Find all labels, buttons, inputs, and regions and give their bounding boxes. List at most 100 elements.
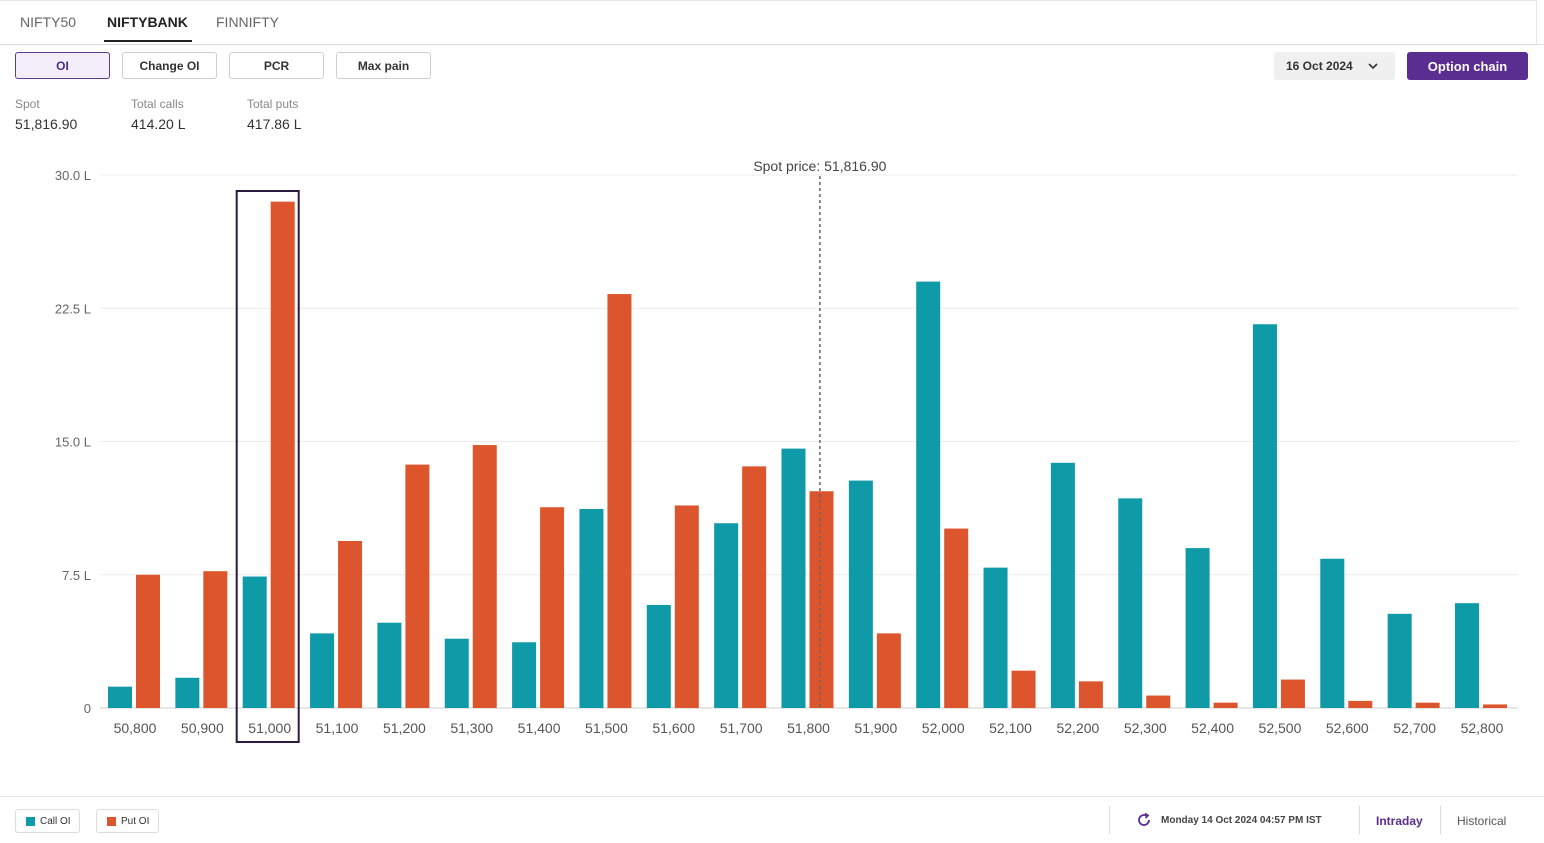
legend-put-oi-label: Put OI <box>121 815 150 827</box>
x-tick-label: 51,100 <box>316 720 359 736</box>
y-tick-label: 15.0 L <box>55 435 91 450</box>
put-oi-bar <box>1146 695 1171 708</box>
call-oi-bar <box>646 604 671 708</box>
call-oi-bar <box>1050 462 1075 708</box>
x-tick-label: 52,800 <box>1461 720 1504 736</box>
x-tick-label: 52,500 <box>1259 720 1302 736</box>
footer-divider <box>0 796 1544 797</box>
spot-value: 51,816.90 <box>15 116 78 132</box>
put-oi-bar <box>472 445 497 708</box>
call-oi-bar <box>108 686 132 708</box>
call-oi-bar <box>714 523 739 708</box>
legend-call-oi-label: Call OI <box>40 815 71 827</box>
expiry-date-select[interactable]: 16 Oct 2024 <box>1274 52 1395 80</box>
call-oi-bar <box>1455 603 1479 708</box>
tab-finnifty[interactable]: FINNIFTY <box>216 14 279 30</box>
max-pain-button[interactable]: Max pain <box>336 52 431 79</box>
intraday-toggle[interactable]: Intraday <box>1376 814 1423 828</box>
total-calls-value: 414.20 L <box>131 116 186 132</box>
x-tick-label: 50,900 <box>181 720 224 736</box>
put-oi-bar <box>405 464 430 708</box>
x-tick-label: 52,100 <box>989 720 1032 736</box>
put-oi-bar <box>270 201 295 708</box>
call-oi-bar <box>377 622 402 708</box>
put-oi-bar <box>607 294 632 708</box>
put-oi-bar <box>1348 700 1373 708</box>
call-oi-bar <box>175 677 200 708</box>
y-tick-label: 30.0 L <box>55 168 91 183</box>
tab-niftybank[interactable]: NIFTYBANK <box>107 14 188 30</box>
y-tick-label: 7.5 L <box>62 568 91 583</box>
last-updated-timestamp: Monday 14 Oct 2024 04:57 PM IST <box>1161 815 1322 826</box>
call-oi-bar <box>310 633 335 708</box>
put-oi-bar <box>876 633 901 708</box>
x-tick-label: 51,700 <box>720 720 763 736</box>
x-tick-label: 51,800 <box>787 720 830 736</box>
call-oi-bar <box>781 448 806 708</box>
x-tick-label: 52,700 <box>1393 720 1436 736</box>
call-oi-bar <box>1387 613 1412 708</box>
put-oi-bar <box>203 571 228 708</box>
footer-separator <box>1109 806 1110 834</box>
total-calls-label: Total calls <box>131 97 184 111</box>
x-tick-label: 51,400 <box>518 720 561 736</box>
call-oi-swatch <box>26 816 35 826</box>
footer-separator <box>1359 806 1360 834</box>
option-chain-button[interactable]: Option chain <box>1407 52 1528 80</box>
call-oi-bar <box>983 567 1008 708</box>
x-tick-label: 51,200 <box>383 720 426 736</box>
total-puts-label: Total puts <box>247 97 299 111</box>
x-tick-label: 51,900 <box>854 720 897 736</box>
oi-bar-chart: 0 7.5 L 15.0 L 22.5 L 30.0 L 50,800 50,900 51,0… <box>55 158 1518 743</box>
x-tick-label: 52,300 <box>1124 720 1167 736</box>
index-tabs: NIFTY50 NIFTYBANK FINNIFTY <box>0 0 1544 45</box>
expiry-date-value: 16 Oct 2024 <box>1286 59 1353 73</box>
x-tick-label: 51,300 <box>450 720 493 736</box>
put-oi-bar <box>1483 704 1507 708</box>
spot-label: Spot <box>15 97 40 111</box>
legend-call-oi[interactable]: Call OI <box>15 809 80 833</box>
x-tick-label: 51,000 <box>248 720 291 736</box>
active-tab-underline <box>104 40 192 42</box>
pcr-button[interactable]: PCR <box>229 52 324 79</box>
x-tick-label: 51,500 <box>585 720 628 736</box>
x-tick-label: 51,600 <box>652 720 695 736</box>
call-oi-bar <box>1185 548 1210 708</box>
call-oi-bar <box>512 642 537 708</box>
call-oi-bar <box>1320 558 1345 708</box>
put-oi-bar <box>742 466 767 708</box>
call-oi-bar <box>916 281 941 708</box>
y-tick-label: 22.5 L <box>55 301 91 316</box>
put-oi-bar <box>1011 670 1036 708</box>
total-puts-value: 417.86 L <box>247 116 302 132</box>
legend-put-oi[interactable]: Put OI <box>96 809 159 833</box>
put-oi-bar <box>338 540 363 708</box>
put-oi-bar <box>1213 702 1238 708</box>
change-oi-button[interactable]: Change OI <box>122 52 217 79</box>
put-oi-bar <box>1078 681 1103 708</box>
call-oi-bar <box>1118 498 1143 708</box>
put-oi-swatch <box>107 816 116 826</box>
put-oi-bar <box>1415 702 1440 708</box>
put-oi-bar <box>944 528 969 708</box>
spot-price-label: Spot price: 51,816.90 <box>753 158 886 174</box>
put-oi-bar <box>136 574 160 708</box>
put-oi-bar <box>540 507 565 708</box>
x-tick-label: 50,800 <box>114 720 157 736</box>
call-oi-bar <box>579 509 604 708</box>
tab-nifty50[interactable]: NIFTY50 <box>20 14 76 30</box>
refresh-icon[interactable] <box>1136 812 1152 828</box>
x-tick-label: 52,000 <box>922 720 965 736</box>
call-oi-bar <box>242 576 267 708</box>
footer-separator <box>1440 806 1441 834</box>
put-oi-bar <box>809 491 834 708</box>
chevron-down-icon <box>1368 63 1378 70</box>
x-tick-label: 52,400 <box>1191 720 1234 736</box>
call-oi-bar <box>1252 324 1277 708</box>
x-tick-label: 52,200 <box>1056 720 1099 736</box>
call-oi-bar <box>848 480 873 708</box>
historical-toggle[interactable]: Historical <box>1457 814 1506 828</box>
call-oi-bar <box>444 638 469 708</box>
oi-button[interactable]: OI <box>15 52 110 79</box>
put-oi-bar <box>674 505 699 708</box>
